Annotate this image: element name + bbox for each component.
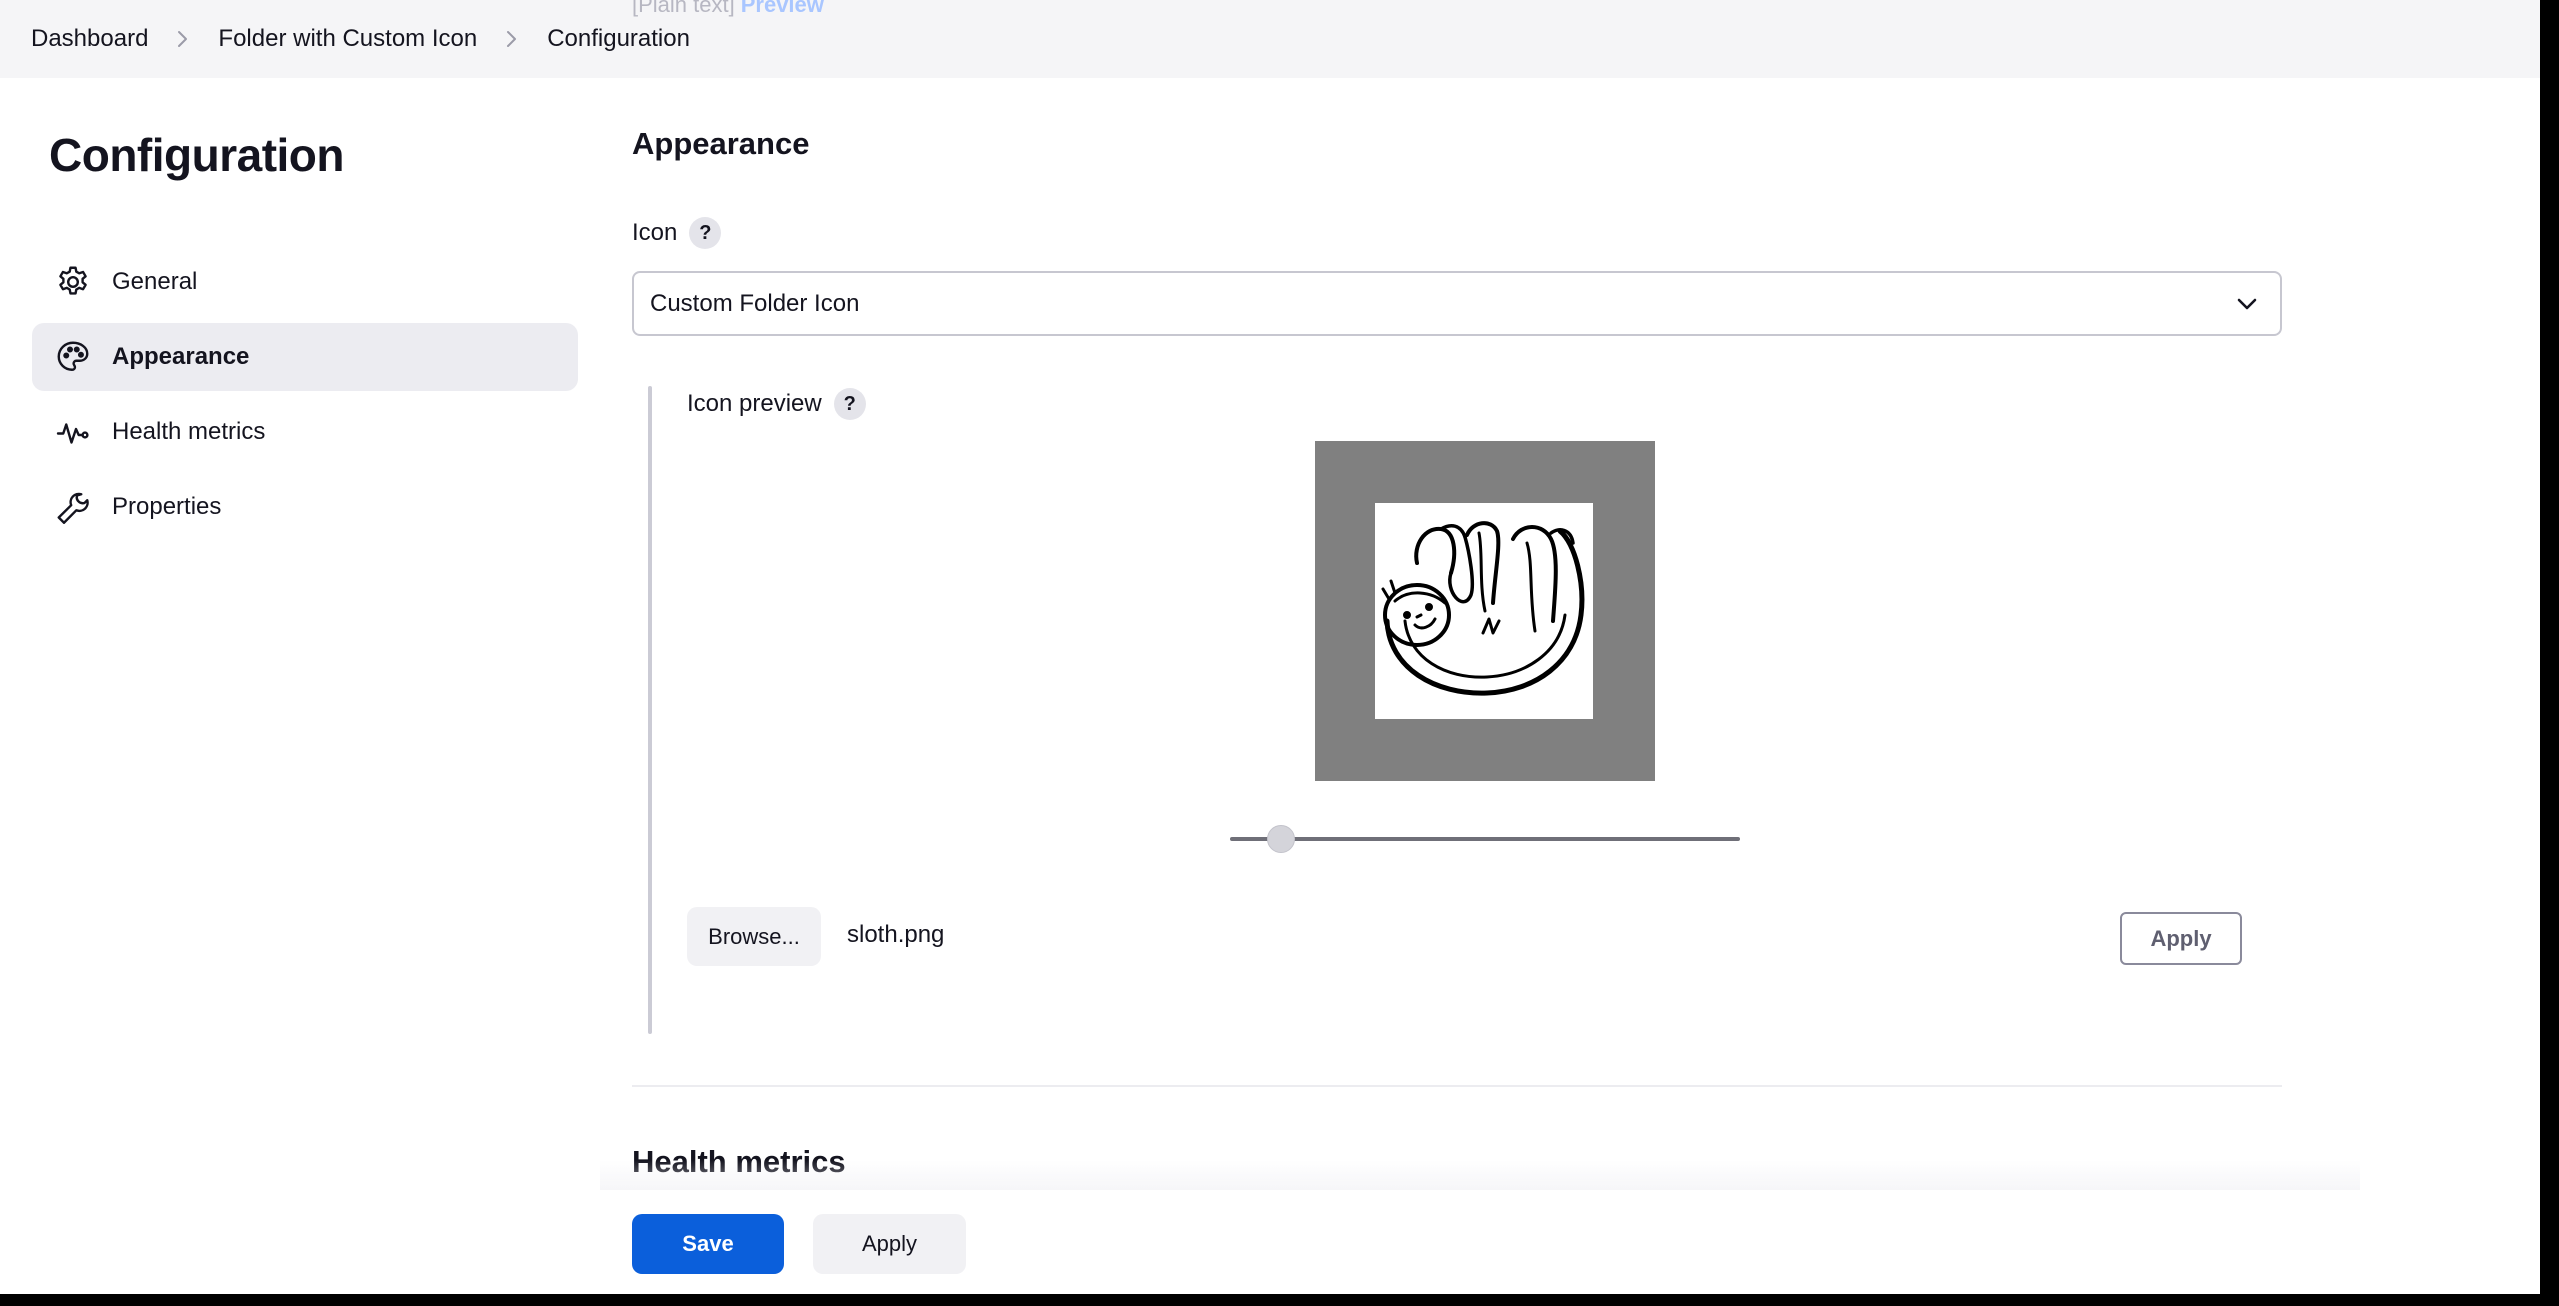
nested-section-border [648, 386, 652, 1034]
icon-label: Icon [632, 219, 678, 246]
sidebar-item-health-metrics[interactable]: Health metrics [32, 398, 578, 466]
chevron-right-icon [497, 24, 527, 54]
icon-preview-field-label: Icon preview ? [687, 388, 866, 420]
icon-preview-label: Icon preview [687, 390, 822, 417]
icon-preview-canvas[interactable] [1315, 441, 1655, 781]
pulse-icon [54, 413, 92, 451]
plain-text-label: [Plain text] [632, 0, 735, 17]
zoom-slider-thumb[interactable] [1267, 825, 1295, 853]
section-divider [632, 1085, 2282, 1087]
selected-file-name: sloth.png [847, 921, 945, 948]
apply-button[interactable]: Apply [813, 1214, 966, 1274]
sidebar-item-appearance[interactable]: Appearance [32, 323, 578, 391]
sticky-footer-shadow [600, 1160, 2360, 1190]
apply-icon-button[interactable]: Apply [2120, 912, 2242, 965]
breadcrumb-configuration[interactable]: Configuration [547, 25, 690, 53]
sidebar-item-properties[interactable]: Properties [32, 473, 578, 541]
icon-select-value: Custom Folder Icon [650, 289, 860, 317]
browse-button[interactable]: Browse... [687, 907, 821, 966]
top-bar: [Plain text] Preview Dashboard Folder wit… [0, 0, 2540, 78]
icon-field-label: Icon ? [632, 217, 722, 249]
breadcrumb-folder[interactable]: Folder with Custom Icon [218, 25, 477, 53]
palette-icon [54, 338, 92, 376]
gear-icon [54, 263, 92, 301]
save-button[interactable]: Save [632, 1214, 784, 1274]
icon-type-select[interactable]: Custom Folder Icon [632, 271, 2282, 336]
sidebar-item-label: Properties [112, 493, 222, 520]
sidebar-nav: General Appearance Health metrics Proper… [32, 248, 578, 548]
wrench-icon [54, 488, 92, 526]
sidebar-title: Configuration [49, 129, 345, 181]
chevron-right-icon [168, 24, 198, 54]
window-edge-right [2540, 0, 2559, 1306]
sloth-image [1375, 503, 1593, 719]
page: [Plain text] Preview Dashboard Folder wit… [0, 0, 2540, 1294]
sidebar-item-label: General [112, 268, 198, 295]
faded-overlay-text: [Plain text] Preview [632, 0, 824, 18]
appearance-section-title: Appearance [632, 126, 810, 161]
preview-link[interactable]: Preview [741, 0, 824, 17]
help-icon[interactable]: ? [689, 217, 722, 249]
breadcrumb-dashboard[interactable]: Dashboard [31, 25, 148, 53]
window-edge-bottom [0, 1294, 2559, 1306]
help-icon[interactable]: ? [833, 388, 866, 420]
sidebar-item-label: Appearance [112, 343, 250, 370]
sidebar-item-label: Health metrics [112, 418, 266, 445]
chevron-down-icon [2232, 289, 2262, 319]
sidebar-item-general[interactable]: General [32, 248, 578, 316]
zoom-slider[interactable] [1230, 825, 1740, 853]
breadcrumb: Dashboard Folder with Custom Icon Config… [31, 24, 690, 54]
